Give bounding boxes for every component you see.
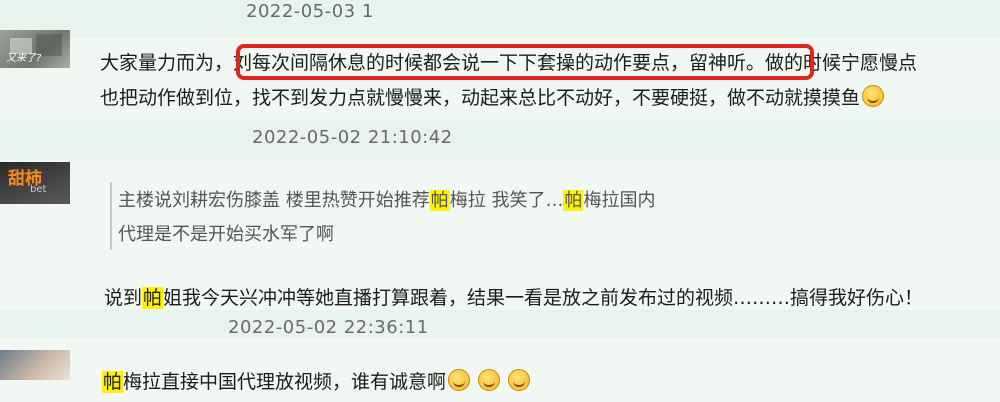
highlight-text: 帕 <box>102 371 124 393</box>
quote-text: 主楼说刘耕宏伤膝盖 楼里热赞开始推荐 <box>118 190 430 211</box>
timestamp: 2022-05-02 22:36:11 <box>228 317 429 338</box>
annotation-box <box>236 44 814 80</box>
comment-text: 也把动作做到位，找不到发力点就慢慢来，动起来总比不动好，不要硬挺，做不动就摸摸鱼 <box>100 87 861 109</box>
grin-emoji-icon <box>508 369 531 391</box>
avatar[interactable] <box>0 350 70 380</box>
avatar-label: 又来了? <box>6 53 42 64</box>
quote-text: 梅拉 我笑了… <box>449 190 564 211</box>
grin-emoji-icon <box>448 369 471 391</box>
avatar[interactable]: 又来了? <box>0 30 70 68</box>
avatar[interactable]: 甜柿 bet <box>0 162 70 204</box>
comment-text-body: 梅拉直接中国代理放视频，谁有诚意啊 <box>123 371 447 393</box>
timestamp: 2022-05-02 21:10:42 <box>252 127 453 148</box>
quote-text: 梅拉国内 <box>583 190 656 211</box>
comment-text-line2: 也把动作做到位，找不到发力点就慢慢来，动起来总比不动好，不要硬挺，做不动就摸摸鱼 <box>100 82 885 114</box>
grin-emoji-icon <box>862 85 885 107</box>
comment-text-post: 姐我今天兴冲冲等她直播打算跟着，结果一看是放之前发布过的视频………搞得我好伤心！ <box>163 287 924 309</box>
comment-text-pre: 说到 <box>104 287 143 309</box>
timestamp-top: 2022-05-03 1 <box>246 1 374 22</box>
avatar-sublabel: bet <box>30 184 47 195</box>
grin-emoji-icon <box>478 369 501 391</box>
comment-text: 帕梅拉直接中国代理放视频，谁有诚意啊 <box>102 366 531 398</box>
comment-text: 说到帕姐我今天兴冲冲等她直播打算跟着，结果一看是放之前发布过的视频………搞得我好… <box>104 282 923 314</box>
highlight-text: 帕 <box>142 287 164 309</box>
highlight-text: 帕 <box>429 190 450 211</box>
comment-text-pre: 大家量力而为， <box>100 52 234 74</box>
highlight-text: 帕 <box>563 190 584 211</box>
quote-line1: 主楼说刘耕宏伤膝盖 楼里热赞开始推荐帕梅拉 我笑了…帕梅拉国内 <box>118 185 655 217</box>
quote-line2: 代理是不是开始买水军了啊 <box>118 224 334 245</box>
